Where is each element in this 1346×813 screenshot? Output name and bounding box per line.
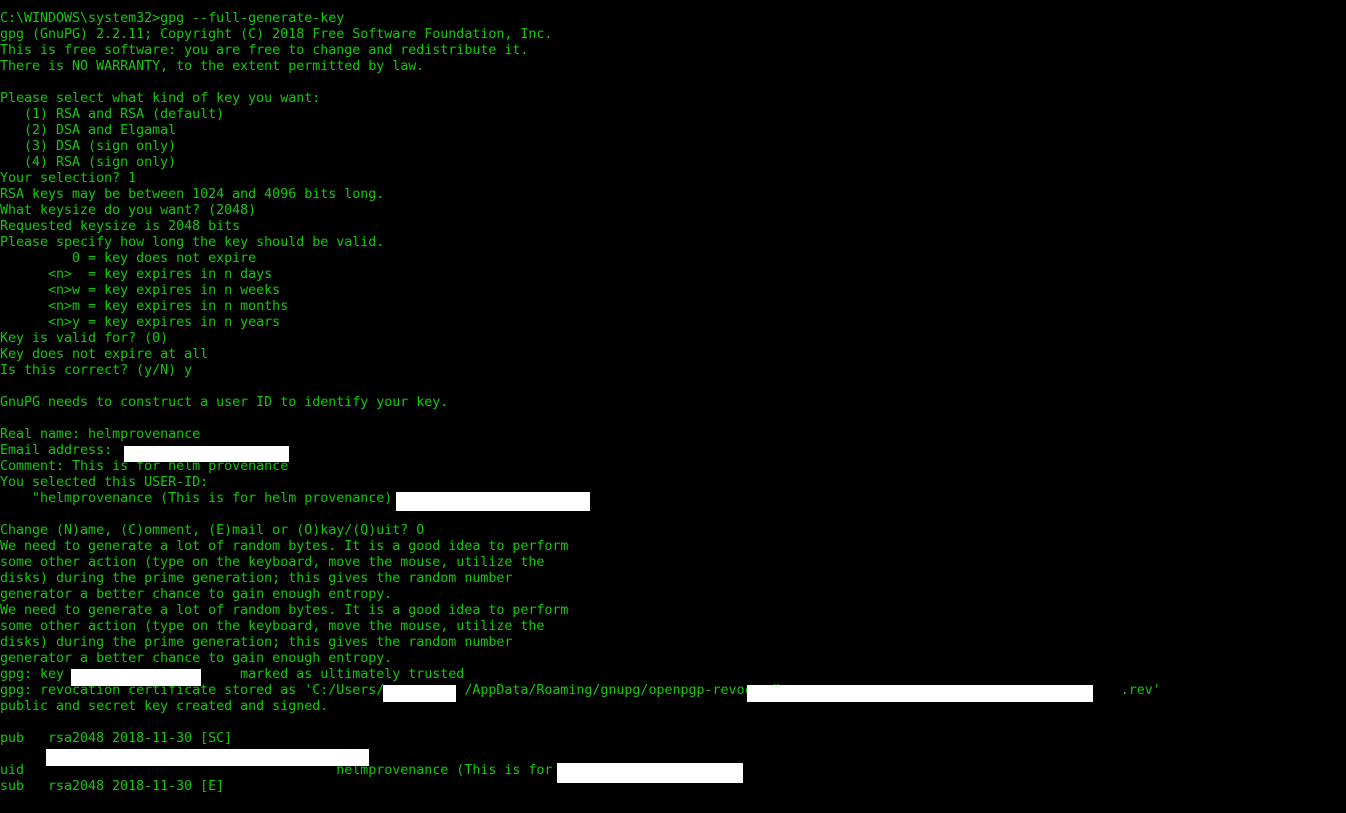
terminal-line-expiry-question: Please specify how long the key should b… <box>0 235 385 250</box>
terminal-line-license-1: This is free software: you are free to c… <box>0 43 529 58</box>
terminal-line-blank-5 <box>0 715 1346 731</box>
terminal-line-keysize-question: What keysize do you want? (2048) <box>0 203 257 218</box>
terminal-line-entropy-1b: some other action (type on the keyboard,… <box>0 555 545 570</box>
uid-email-redaction <box>557 763 743 783</box>
terminal-line-prompt-command: C:\WINDOWS\system32>gpg --full-generate-… <box>0 11 345 26</box>
terminal-line-blank-4 <box>0 507 1346 523</box>
terminal-line-change-prompt: Change (N)ame, (C)omment, (E)mail or (O)… <box>0 523 425 538</box>
terminal-line-expiry-option-years: <n>y = key expires in n years <box>0 315 281 330</box>
terminal-line-expiry-option-weeks: <n>w = key expires in n weeks <box>0 283 281 298</box>
terminal-line-entropy-1c: disks) during the prime generation; this… <box>0 571 513 586</box>
terminal-line-keytype-option-2: (2) DSA and Elgamal <box>0 123 177 138</box>
key-fingerprint-redaction <box>71 669 201 686</box>
terminal-line-expiry-option-0: 0 = key does not expire <box>0 251 257 266</box>
terminal-line-revocation-cert: gpg: revocation certificate stored as 'C… <box>0 683 1161 698</box>
revocation-file-redaction <box>747 685 1093 702</box>
terminal-line-keysize-range: RSA keys may be between 1024 and 4096 bi… <box>0 187 385 202</box>
terminal-line-key-created: public and secret key created and signed… <box>0 699 329 714</box>
terminal-line-selected-userid: You selected this USER-ID: <box>0 475 209 490</box>
terminal-line-entropy-2a: We need to generate a lot of random byte… <box>0 603 569 618</box>
terminal-line-keysize-result: Requested keysize is 2048 bits <box>0 219 241 234</box>
terminal-line-entropy-1a: We need to generate a lot of random byte… <box>0 539 569 554</box>
userid-email-redaction <box>396 492 590 511</box>
terminal-line-entropy-2b: some other action (type on the keyboard,… <box>0 619 545 634</box>
terminal-line-expiry-option-months: <n>m = key expires in n months <box>0 299 289 314</box>
terminal-line-pub: pub rsa2048 2018-11-30 [SC] <box>0 731 233 746</box>
terminal-screen-buffer[interactable]: C:\WINDOWS\system32>gpg --full-generate-… <box>0 11 1346 795</box>
terminal-line-blank-1 <box>0 75 1346 91</box>
terminal-line-selection: Your selection? 1 <box>0 171 137 186</box>
terminal-line-userid-intro: GnuPG needs to construct a user ID to id… <box>0 395 449 410</box>
email-address-redaction <box>124 446 289 462</box>
terminal-line-confirm: Is this correct? (y/N) y <box>0 363 193 378</box>
terminal-window[interactable]: C:\WINDOWS\system32>gpg --full-generate-… <box>0 0 1346 813</box>
terminal-line-keytype-option-1: (1) RSA and RSA (default) <box>0 107 225 122</box>
terminal-line-keytype-option-3: (3) DSA (sign only) <box>0 139 177 154</box>
terminal-line-keytype-question: Please select what kind of key you want: <box>0 91 321 106</box>
terminal-line-key-trusted: gpg: key marked as ultimately trusted <box>0 667 465 682</box>
terminal-line-blank-2 <box>0 379 1346 395</box>
pub-fingerprint-redaction <box>46 749 369 766</box>
terminal-line-valid-for: Key is valid for? (0) <box>0 331 169 346</box>
terminal-line-gpg-version: gpg (GnuPG) 2.2.11; Copyright (C) 2018 F… <box>0 27 553 42</box>
terminal-line-license-2: There is NO WARRANTY, to the extent perm… <box>0 59 425 74</box>
terminal-line-entropy-1d: generator a better chance to gain enough… <box>0 587 393 602</box>
terminal-line-real-name: Real name: helmprovenance <box>0 427 201 442</box>
terminal-line-keytype-option-4: (4) RSA (sign only) <box>0 155 177 170</box>
terminal-line-userid-value: "helmprovenance (This is for helm proven… <box>0 491 401 506</box>
terminal-line-entropy-2d: generator a better chance to gain enough… <box>0 651 393 666</box>
terminal-line-entropy-2c: disks) during the prime generation; this… <box>0 635 513 650</box>
terminal-line-expiry-option-days: <n> = key expires in n days <box>0 267 273 282</box>
terminal-line-blank-3 <box>0 411 1346 427</box>
terminal-line-no-expire: Key does not expire at all <box>0 347 209 362</box>
username-path-redaction <box>383 685 456 702</box>
